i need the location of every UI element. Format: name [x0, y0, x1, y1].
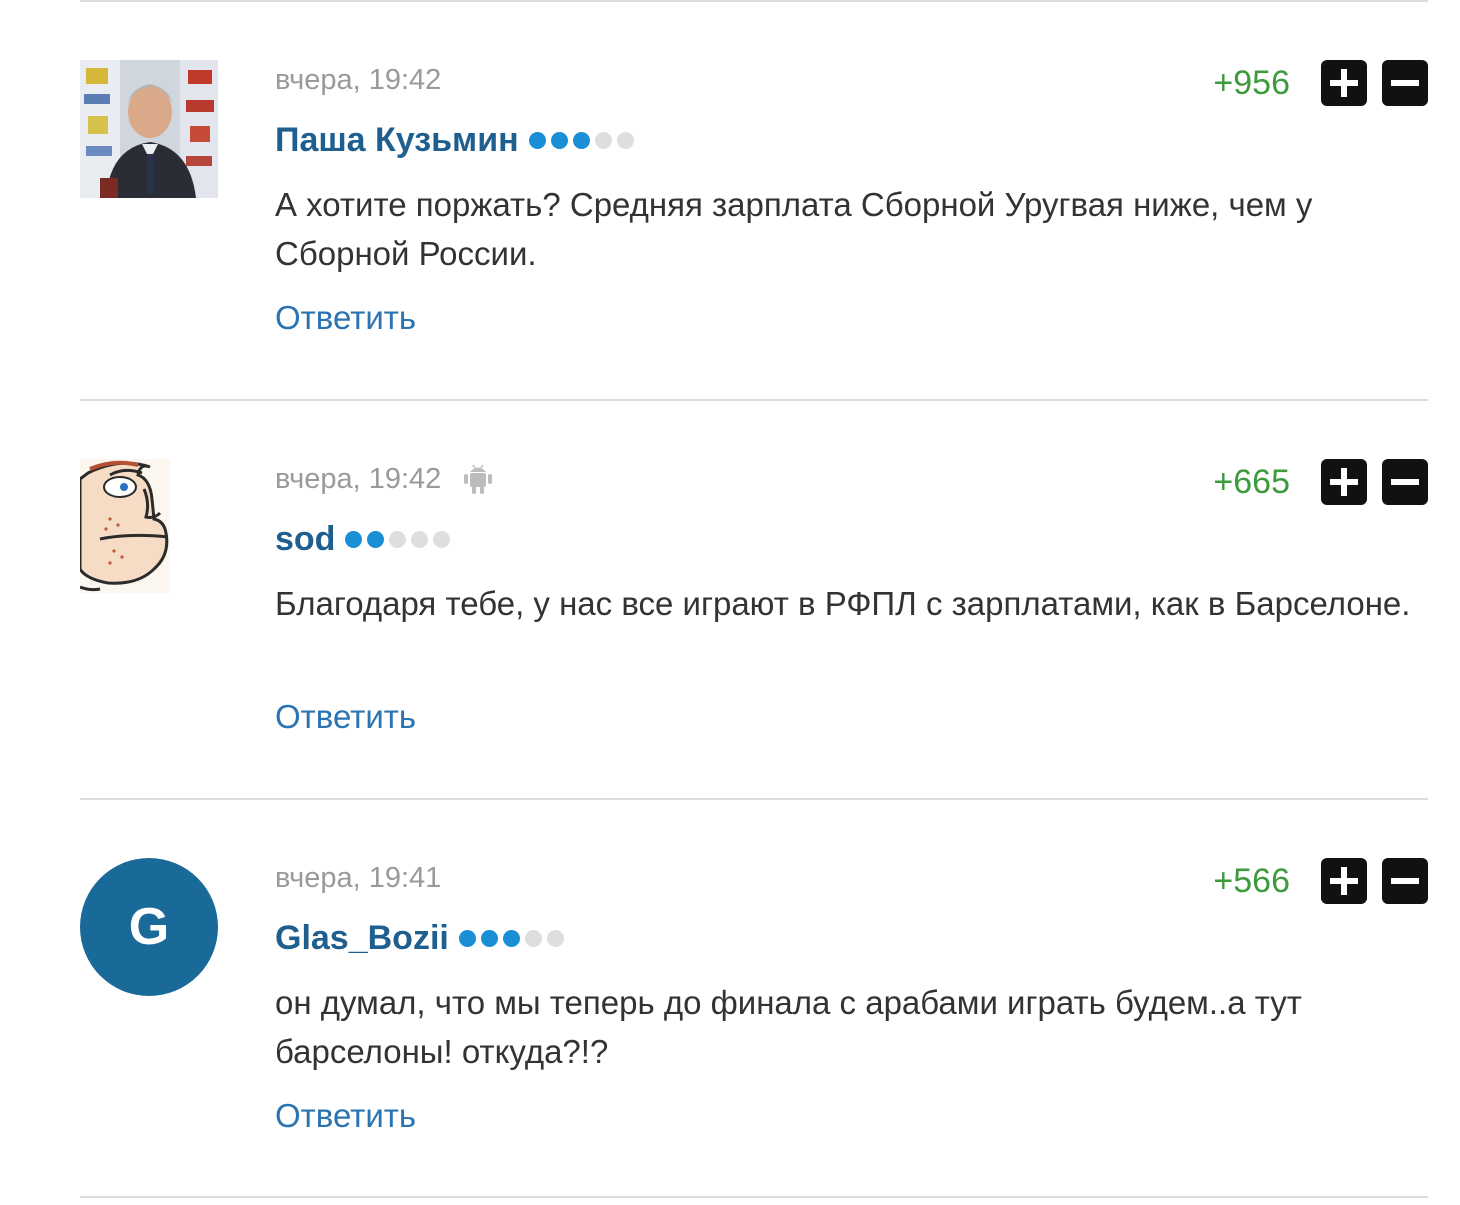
divider: [80, 1196, 1428, 1198]
avatar-photo: [80, 60, 218, 198]
rank-dot: [616, 131, 634, 149]
vote-controls: +956: [1213, 60, 1428, 106]
author-name[interactable]: Паша Кузьмин: [275, 121, 519, 160]
rank-dot: [480, 929, 498, 947]
rating-score: +566: [1213, 861, 1290, 900]
timestamp: вчера, 19:42: [275, 462, 442, 495]
comment-item: вчера, 19:42 +665 sod Благодаря тебе, у …: [0, 399, 1460, 797]
author-name[interactable]: Glas_Bozii: [275, 919, 449, 958]
avatar[interactable]: [80, 60, 218, 198]
timestamp: вчера, 19:42: [275, 63, 442, 96]
comment-meta: вчера, 19:41: [275, 858, 441, 898]
rank-dot: [433, 530, 451, 548]
rank-dot: [502, 929, 520, 947]
rank-dot: [594, 131, 612, 149]
upvote-button[interactable]: [1321, 459, 1367, 505]
rank-dot: [546, 929, 564, 947]
rank-dot: [550, 131, 568, 149]
downvote-button[interactable]: [1382, 459, 1428, 505]
upvote-button[interactable]: [1321, 60, 1367, 106]
reply-link[interactable]: Ответить: [275, 296, 416, 340]
author-row: sod: [275, 515, 451, 563]
rating-score: +665: [1213, 462, 1290, 501]
rank-indicator: [528, 131, 634, 149]
avatar-sketch: [80, 459, 170, 593]
timestamp: вчера, 19:41: [275, 861, 442, 894]
comment-text: Благодаря тебе, у нас все играют в РФПЛ …: [275, 585, 1411, 622]
comment-text: он думал, что мы теперь до финала с араб…: [275, 984, 1302, 1070]
author-name[interactable]: sod: [275, 520, 335, 559]
rating-score: +956: [1213, 63, 1290, 102]
author-row: Паша Кузьмин: [275, 116, 634, 164]
rank-indicator: [458, 929, 564, 947]
downvote-button[interactable]: [1382, 858, 1428, 904]
rank-indicator: [345, 530, 451, 548]
rank-dot: [411, 530, 429, 548]
downvote-button[interactable]: [1382, 60, 1428, 106]
rank-dot: [367, 530, 385, 548]
vote-controls: +566: [1213, 858, 1428, 904]
reply-link[interactable]: Ответить: [275, 1094, 416, 1138]
comment-meta: вчера, 19:42: [275, 60, 441, 100]
vote-controls: +665: [1213, 459, 1428, 505]
rank-dot: [458, 929, 476, 947]
comment-text: А хотите поржать? Средняя зарплата Сборн…: [275, 186, 1313, 272]
upvote-button[interactable]: [1321, 858, 1367, 904]
reply-link[interactable]: Ответить: [275, 695, 416, 739]
avatar[interactable]: [80, 459, 170, 593]
rank-dot: [524, 929, 542, 947]
rank-dot: [345, 530, 363, 548]
comment-item: G вчера, 19:41 +566 Glas_Bozii он думал,…: [0, 798, 1460, 1196]
author-row: Glas_Bozii: [275, 914, 564, 962]
rank-dot: [528, 131, 546, 149]
android-icon: [464, 464, 493, 494]
comments-feed: вчера, 19:42 +956 Паша Кузьмин А хотите …: [0, 0, 1460, 1205]
avatar[interactable]: G: [80, 858, 218, 996]
comment-item: вчера, 19:42 +956 Паша Кузьмин А хотите …: [0, 0, 1460, 398]
rank-dot: [389, 530, 407, 548]
comment-meta: вчера, 19:42: [275, 459, 493, 499]
avatar-letter: G: [128, 898, 170, 956]
rank-dot: [572, 131, 590, 149]
